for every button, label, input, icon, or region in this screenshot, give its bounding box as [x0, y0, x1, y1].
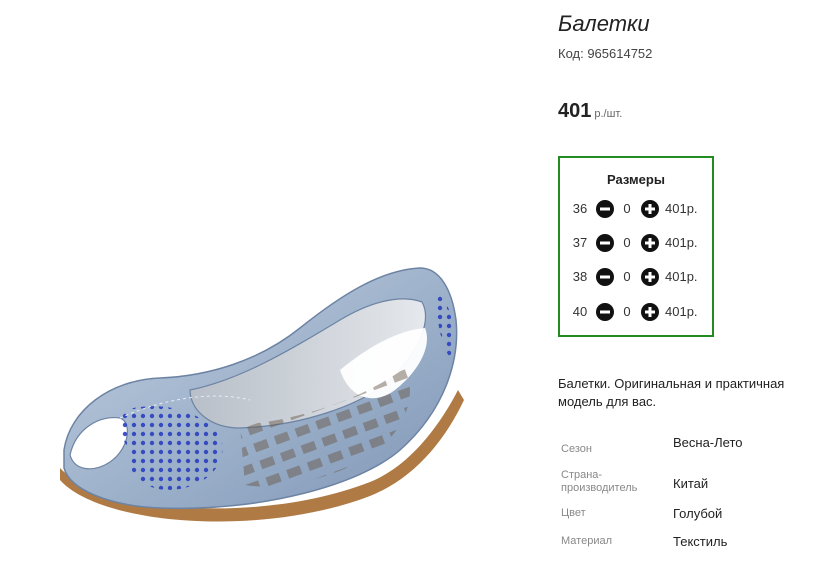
attr-value-season: Весна-Лето — [673, 435, 743, 450]
sizes-title: Размеры — [607, 172, 665, 187]
size-qty: 0 — [623, 304, 631, 319]
attr-label-season: Сезон — [561, 443, 592, 455]
minus-circle-icon[interactable] — [596, 200, 614, 218]
minus-circle-icon[interactable] — [596, 268, 614, 286]
price-value: 401 — [558, 100, 592, 122]
size-price: 401р. — [665, 304, 698, 319]
shoe-illustration — [60, 267, 464, 522]
size-label: 40 — [572, 304, 588, 319]
sizes-box: Размеры 36 0 401р. 37 0 401р. 38 0 401р.… — [558, 156, 714, 337]
plus-circle-icon[interactable] — [641, 200, 659, 218]
product-image — [40, 250, 480, 550]
attr-value-country: Китай — [673, 476, 709, 491]
size-row: 36 0 401р. — [560, 199, 712, 219]
size-row: 40 0 401р. — [560, 302, 712, 322]
size-price: 401р. — [665, 269, 698, 284]
size-price: 401р. — [665, 235, 698, 250]
size-label: 36 — [572, 201, 588, 216]
attr-value-color: Голубой — [673, 506, 723, 521]
size-qty: 0 — [623, 235, 631, 250]
size-row: 37 0 401р. — [560, 233, 712, 253]
attr-label-color: Цвет — [561, 507, 586, 519]
product-title: Балетки — [558, 11, 650, 36]
product-price: 401 р./шт. — [558, 100, 622, 123]
size-price: 401р. — [665, 201, 698, 216]
minus-circle-icon[interactable] — [596, 234, 614, 252]
attr-label-country: Страна-производитель — [561, 469, 638, 494]
product-code: Код: 965614752 — [558, 46, 653, 61]
product-description: Балетки. Оригинальная и практичная модел… — [558, 376, 785, 409]
size-label: 37 — [572, 235, 588, 250]
plus-circle-icon[interactable] — [641, 303, 659, 321]
plus-circle-icon[interactable] — [641, 234, 659, 252]
size-qty: 0 — [623, 269, 631, 284]
attr-label-material: Материал — [561, 535, 612, 547]
size-label: 38 — [572, 269, 588, 284]
attr-value-material: Текстиль — [673, 534, 728, 549]
minus-circle-icon[interactable] — [596, 303, 614, 321]
price-unit: р./шт. — [594, 108, 623, 120]
size-row: 38 0 401р. — [560, 267, 712, 287]
size-qty: 0 — [623, 201, 631, 216]
plus-circle-icon[interactable] — [641, 268, 659, 286]
